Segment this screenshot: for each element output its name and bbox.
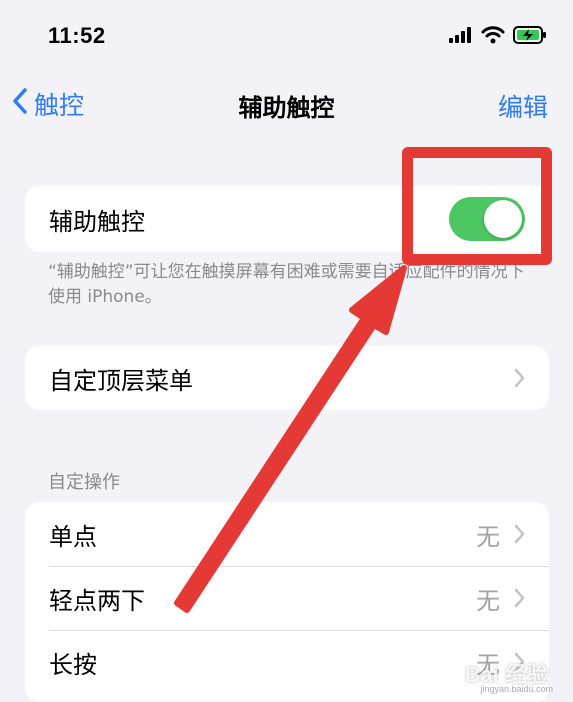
assistive-touch-label: 辅助触控 bbox=[49, 207, 145, 236]
page-title: 辅助触控 bbox=[238, 94, 335, 122]
battery-charging-icon bbox=[513, 26, 547, 48]
long-press-label: 长按 bbox=[49, 650, 97, 679]
assistive-touch-description: “辅助触控”可让您在触摸屏幕有困难或需要自适应配件的情况下使用 iPhone。 bbox=[48, 262, 525, 307]
chevron-right-icon bbox=[514, 588, 525, 608]
customize-top-menu-label: 自定顶层菜单 bbox=[49, 366, 193, 395]
double-tap-row[interactable]: 轻点两下 无 bbox=[25, 566, 549, 630]
status-time: 11:52 bbox=[48, 23, 106, 48]
single-tap-label: 单点 bbox=[49, 522, 97, 551]
status-icons bbox=[449, 26, 547, 48]
navigation-bar: 触控 辅助触控 编辑 bbox=[0, 78, 573, 130]
double-tap-label: 轻点两下 bbox=[49, 586, 145, 615]
wifi-icon bbox=[481, 26, 505, 48]
status-bar: 11:52 bbox=[0, 0, 573, 78]
annotation-highlight-box bbox=[402, 147, 552, 265]
double-tap-value: 无 bbox=[476, 586, 500, 615]
customize-top-menu-row[interactable]: 自定顶层菜单 bbox=[25, 346, 549, 410]
single-tap-row[interactable]: 单点 无 bbox=[25, 502, 549, 566]
top-menu-card: 自定顶层菜单 bbox=[25, 346, 549, 410]
custom-actions-header: 自定操作 bbox=[48, 472, 120, 493]
chevron-right-icon bbox=[514, 368, 525, 388]
cellular-signal-icon bbox=[449, 27, 473, 47]
single-tap-value: 无 bbox=[476, 522, 500, 551]
edit-button[interactable]: 编辑 bbox=[498, 88, 548, 124]
baidu-watermark-url: jingyan.baidu.com bbox=[480, 684, 553, 694]
chevron-right-icon bbox=[514, 524, 525, 544]
